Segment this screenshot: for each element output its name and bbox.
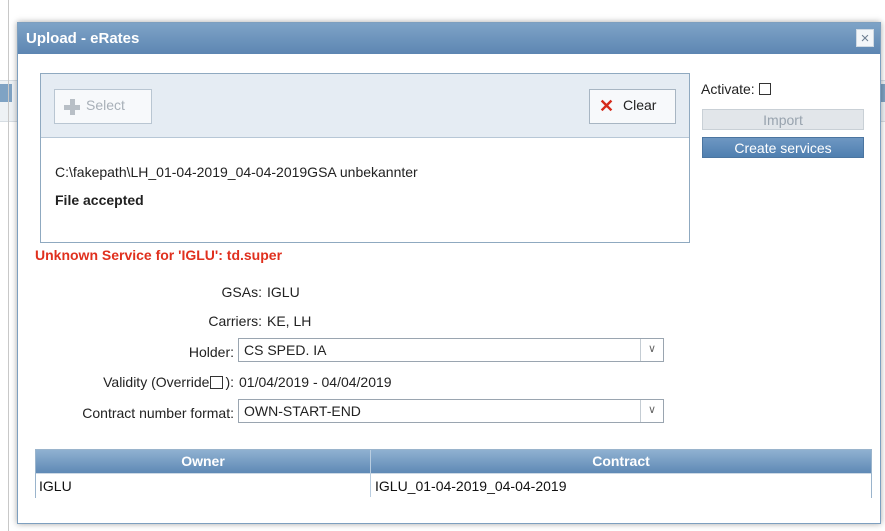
upload-toolbar: Select ✕ Clear (41, 74, 689, 138)
select-file-button[interactable]: Select (54, 89, 152, 124)
activate-checkbox[interactable] (758, 83, 771, 96)
contract-format-selected-value: OWN-START-END (244, 403, 361, 419)
validity-label-prefix: Validity (Override (103, 374, 210, 390)
activate-label: Activate: (701, 81, 755, 97)
plus-icon (64, 99, 80, 115)
table-header-row: Owner Contract (36, 450, 871, 473)
holder-label: Holder: (188, 344, 234, 360)
background-border (8, 0, 9, 531)
contract-format-select[interactable]: OWN-START-END ∨ (238, 399, 664, 423)
activate-row: Activate: (701, 81, 771, 97)
table-row[interactable]: IGLU IGLU_01-04-2019_04-04-2019 (36, 473, 871, 498)
carriers-label: Carriers: (208, 313, 262, 329)
gsas-value: IGLU (267, 284, 300, 300)
error-message: Unknown Service for 'IGLU': td.super (35, 247, 283, 263)
uploaded-file-path: C:\fakepath\LH_01-04-2019_04-04-2019GSA … (55, 164, 418, 180)
gsas-label: GSAs: (221, 284, 262, 300)
dialog-title: Upload - eRates (26, 30, 140, 47)
select-button-label: Select (86, 97, 125, 113)
holder-selected-value: CS SPED. IA (244, 342, 327, 358)
clear-button[interactable]: ✕ Clear (589, 89, 676, 124)
chevron-down-icon[interactable]: ∨ (640, 339, 663, 361)
contract-cell: IGLU_01-04-2019_04-04-2019 (375, 478, 567, 494)
contract-format-label: Contract number format: (82, 405, 234, 421)
validity-label-suffix: ): (225, 374, 234, 390)
file-status: File accepted (55, 192, 144, 208)
clear-button-label: Clear (623, 97, 657, 113)
validity-override-checkbox[interactable] (210, 376, 224, 389)
carriers-value: KE, LH (267, 313, 312, 329)
validity-value: 01/04/2019 - 04/04/2019 (239, 374, 392, 390)
owner-column-header[interactable]: Owner (36, 450, 370, 473)
chevron-down-icon[interactable]: ∨ (640, 400, 663, 422)
holder-select[interactable]: CS SPED. IA ∨ (238, 338, 664, 362)
contracts-table: Owner Contract IGLU IGLU_01-04-2019_04-0… (35, 449, 872, 498)
owner-cell: IGLU (39, 478, 72, 494)
x-icon: ✕ (599, 96, 615, 116)
dialog-titlebar[interactable]: Upload - eRates × (18, 23, 880, 54)
create-services-button[interactable]: Create services (702, 137, 864, 158)
background-tab-fragment (0, 84, 12, 102)
upload-panel: Select ✕ Clear C:\fakepath\LH_01-04-2019… (40, 73, 690, 243)
validity-label: Validity (Override): (38, 374, 234, 390)
import-button[interactable]: Import (702, 109, 864, 130)
close-icon[interactable]: × (856, 29, 874, 47)
contract-column-header[interactable]: Contract (371, 450, 871, 473)
column-divider (370, 450, 371, 497)
upload-erates-dialog: Upload - eRates × Select ✕ Clear C:\fake… (17, 22, 881, 524)
